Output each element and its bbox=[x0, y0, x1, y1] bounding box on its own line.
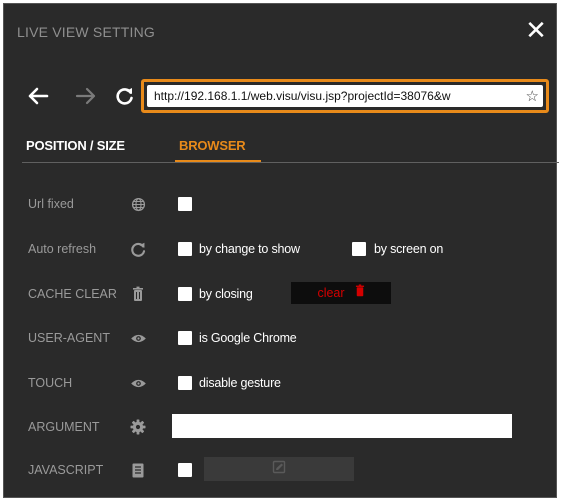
is-google-chrome-label: is Google Chrome bbox=[199, 331, 297, 345]
globe-icon bbox=[128, 194, 148, 214]
setting-row-cache-clear: CACHE CLEAR by closing clear bbox=[4, 279, 556, 309]
disable-gesture-checkbox[interactable] bbox=[178, 376, 192, 390]
tab-browser[interactable]: BROWSER bbox=[179, 138, 246, 153]
trash-icon bbox=[128, 284, 148, 304]
arrow-left-icon[interactable] bbox=[24, 82, 52, 110]
is-google-chrome-checkbox[interactable] bbox=[178, 331, 192, 345]
url-fixed-label: Url fixed bbox=[28, 197, 74, 211]
refresh-icon bbox=[128, 239, 148, 259]
tab-bar: POSITION / SIZE BROWSER bbox=[4, 130, 556, 164]
setting-row-javascript: JAVASCRIPT bbox=[4, 455, 556, 485]
refresh-icon[interactable] bbox=[111, 82, 139, 110]
setting-row-argument: ARGUMENT bbox=[4, 412, 556, 442]
by-closing-label: by closing bbox=[199, 287, 253, 301]
by-closing-checkbox[interactable] bbox=[178, 287, 192, 301]
javascript-checkbox[interactable] bbox=[178, 463, 192, 477]
browser-nav-bar: http://192.168.1.1/web.visu/visu.jsp?pro… bbox=[4, 74, 556, 118]
setting-row-url-fixed: Url fixed bbox=[4, 189, 556, 219]
clear-button-label: clear bbox=[317, 286, 345, 300]
url-input[interactable]: http://192.168.1.1/web.visu/visu.jsp?pro… bbox=[154, 89, 524, 103]
live-view-setting-dialog: LIVE VIEW SETTING ✕ http://192.168.1.1/w… bbox=[3, 3, 559, 498]
gear-icon bbox=[128, 417, 148, 437]
tab-position-size[interactable]: POSITION / SIZE bbox=[26, 138, 125, 153]
javascript-label: JAVASCRIPT bbox=[28, 463, 104, 477]
close-icon[interactable]: ✕ bbox=[522, 16, 550, 44]
auto-refresh-label: Auto refresh bbox=[28, 242, 97, 256]
url-bar: http://192.168.1.1/web.visu/visu.jsp?pro… bbox=[141, 79, 549, 113]
cache-clear-label: CACHE CLEAR bbox=[28, 287, 117, 301]
arrow-right-icon[interactable] bbox=[72, 82, 100, 110]
title-bar: LIVE VIEW SETTING ✕ bbox=[4, 4, 556, 60]
disable-gesture-label: disable gesture bbox=[199, 376, 281, 390]
by-change-to-show-checkbox[interactable] bbox=[178, 242, 192, 256]
user-agent-label: USER-AGENT bbox=[28, 331, 110, 345]
setting-row-touch: TOUCH disable gesture bbox=[4, 368, 556, 398]
tab-divider bbox=[22, 162, 559, 163]
by-change-to-show-label: by change to show bbox=[199, 242, 300, 256]
setting-row-auto-refresh: Auto refresh by change to show by screen… bbox=[4, 234, 556, 264]
star-icon[interactable]: ☆ bbox=[526, 89, 539, 104]
argument-label: ARGUMENT bbox=[28, 420, 100, 434]
touch-label: TOUCH bbox=[28, 376, 73, 390]
edit-icon bbox=[272, 460, 286, 479]
document-icon bbox=[128, 460, 148, 480]
clear-cache-button[interactable]: clear bbox=[291, 282, 391, 304]
dialog-title: LIVE VIEW SETTING bbox=[17, 24, 155, 40]
url-fixed-checkbox[interactable] bbox=[178, 197, 192, 211]
eye-icon bbox=[128, 373, 148, 393]
setting-row-user-agent: USER-AGENT is Google Chrome bbox=[4, 323, 556, 353]
argument-input[interactable] bbox=[172, 414, 512, 438]
eye-icon bbox=[128, 328, 148, 348]
javascript-edit-button[interactable] bbox=[204, 457, 354, 481]
by-screen-on-checkbox[interactable] bbox=[352, 242, 366, 256]
by-screen-on-label: by screen on bbox=[374, 242, 444, 256]
trash-icon bbox=[355, 284, 365, 302]
